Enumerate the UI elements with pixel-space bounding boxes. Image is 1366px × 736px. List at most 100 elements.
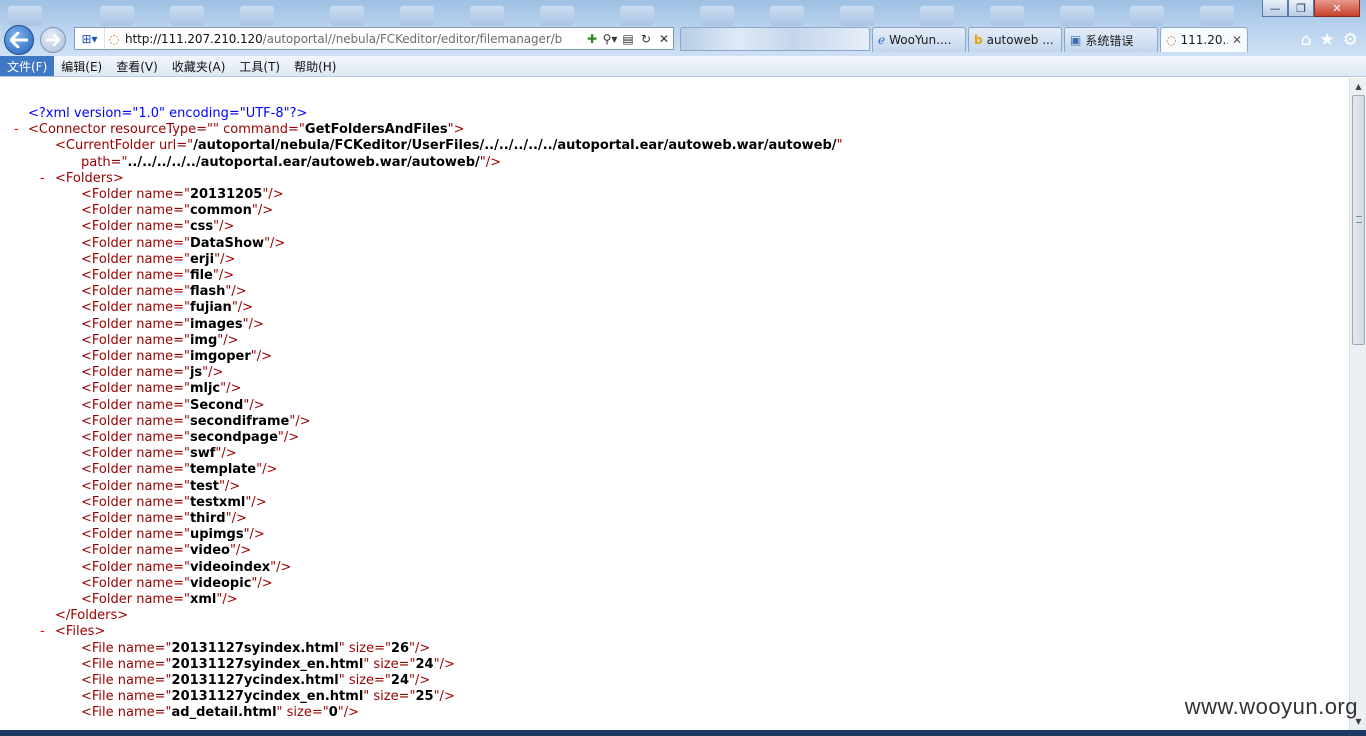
folder-entry: <Folder name="upimgs"/>	[81, 527, 265, 543]
folder-tag: <Folder	[81, 430, 137, 445]
tag-end: "/>	[231, 300, 254, 316]
restore-button[interactable]: ❐	[1288, 0, 1314, 17]
attr-name: name="	[136, 511, 190, 526]
folders-close-tag: </Folders>	[55, 608, 129, 624]
home-icon[interactable]: ⌂	[1301, 30, 1312, 50]
folders-close-line: </Folders>	[55, 608, 128, 624]
connector-command: GetFoldersAndFiles	[304, 122, 448, 138]
attr-name: name="	[136, 365, 190, 381]
blurred-desktop-icon	[100, 6, 134, 26]
tab-autoweb[interactable]: b autoweb ...	[968, 27, 1062, 52]
bing-icon: b	[974, 33, 983, 47]
refresh-icon[interactable]: ↻	[637, 32, 655, 46]
folder-name: secondpage	[189, 430, 278, 445]
vertical-scrollbar[interactable]: ▲ ▼	[1349, 78, 1366, 730]
attr-name: name="	[136, 332, 190, 348]
menu-edit[interactable]: 编辑(E)	[54, 56, 109, 76]
add-site-icon[interactable]: ⊞▾	[75, 28, 105, 49]
tag-end: "/>	[262, 187, 284, 202]
tab-wooyun[interactable]: ℯ WooYun....	[872, 27, 966, 52]
scroll-up-arrow-icon[interactable]: ▲	[1350, 78, 1366, 95]
folder-name: DataShow	[189, 235, 265, 251]
address-url[interactable]: http://111.207.210.120/autoportal//nebul…	[123, 32, 583, 46]
file-size: 25	[415, 689, 434, 705]
compatibility-view-icon[interactable]: ✚	[583, 32, 601, 46]
tab-label: 111.20...	[1180, 33, 1227, 47]
folder-name: videopic	[189, 575, 252, 591]
folders-open-tag: <Folders>	[55, 170, 124, 186]
tab-active[interactable]: ◌ 111.20... ✕	[1160, 27, 1248, 52]
attr-name: " size="	[338, 673, 391, 688]
folder-name: 20131205	[189, 187, 263, 202]
folder-entry: <Folder name="common"/>	[81, 203, 273, 219]
stop-icon[interactable]: ✕	[655, 32, 673, 46]
folder-tag: <Folder	[81, 235, 137, 251]
folder-name: fujian	[189, 300, 232, 316]
folder-name: test	[189, 478, 219, 494]
minimize-button[interactable]: —	[1262, 0, 1288, 17]
gear-icon[interactable]: ⚙	[1343, 30, 1358, 50]
blurred-desktop-icon	[620, 6, 654, 26]
folder-name: file	[189, 268, 213, 283]
folder-tag: <Folder	[81, 268, 137, 283]
folder-entry: <Folder name="test"/>	[81, 479, 240, 495]
current-folder-url: /autoportal/nebula/FCKeditor/UserFiles/.…	[193, 138, 837, 154]
folder-name: imgoper	[189, 349, 251, 364]
menu-favorites[interactable]: 收藏夹(A)	[165, 56, 233, 76]
menu-help[interactable]: 帮助(H)	[287, 56, 343, 76]
menu-view[interactable]: 查看(V)	[109, 56, 165, 76]
menu-file[interactable]: 文件(F)	[0, 56, 55, 76]
folder-tag: <Folder	[81, 575, 137, 591]
forward-button[interactable]	[40, 27, 66, 53]
folder-name: Second	[189, 397, 244, 413]
back-button[interactable]	[4, 25, 34, 55]
current-folder-path: ../../../../../autoportal.ear/autoweb.wa…	[127, 154, 480, 170]
close-window-button[interactable]: ✕	[1314, 0, 1360, 17]
tag-end: "/>	[256, 462, 278, 478]
ie-icon: ℯ	[878, 33, 886, 47]
blurred-desktop-icon	[330, 6, 364, 26]
files-open-tag: <Files>	[55, 624, 106, 640]
folder-entry: <Folder name="erji"/>	[81, 252, 235, 268]
tab-blurred[interactable]	[680, 27, 870, 51]
tag-end: "/>	[245, 494, 267, 510]
folder-tag: <Folder	[81, 349, 137, 364]
folder-name: swf	[189, 446, 216, 462]
collapse-toggle-icon[interactable]: -	[40, 624, 45, 639]
tag-end: "/>	[229, 543, 252, 559]
taskbar	[0, 730, 1366, 736]
attr-name: name="	[117, 673, 172, 688]
file-tag: <File	[81, 640, 118, 656]
attr-name: name="	[136, 494, 190, 510]
folder-name: videoindex	[189, 559, 271, 575]
file-tag: <File	[81, 656, 118, 672]
file-entry: <File name="ad_detail.html" size="0"/>	[81, 705, 359, 721]
folder-name: secondiframe	[189, 413, 290, 429]
tag-end: "/>	[212, 268, 235, 283]
tab-system-error[interactable]: ▣ 系统错误	[1064, 27, 1158, 52]
attr-name: name="	[136, 413, 190, 429]
collapse-toggle-icon[interactable]: -	[40, 171, 45, 186]
attr-name: name="	[117, 640, 172, 656]
folder-name: upimgs	[189, 527, 244, 543]
folder-entry: <Folder name="css"/>	[81, 219, 234, 235]
compat-page-icon[interactable]: ▤	[619, 32, 637, 46]
attr-name: resourceType="	[110, 122, 214, 138]
connector-tag: <Connector	[28, 122, 111, 138]
search-icon[interactable]: ⚲▾	[601, 32, 619, 46]
tag-end: "/>	[264, 235, 286, 251]
scrollbar-thumb[interactable]	[1352, 95, 1365, 345]
collapse-toggle-icon[interactable]: -	[14, 122, 19, 137]
attr-name: name="	[136, 187, 190, 202]
address-bar[interactable]: ⊞▾ ◌ http://111.207.210.120/autoportal//…	[74, 27, 674, 50]
file-entry: <File name="20131127syindex_en.html" siz…	[81, 657, 455, 673]
tag-end: "/>	[289, 413, 311, 429]
tag-end: "/>	[225, 511, 247, 526]
blurred-desktop-icon	[920, 6, 954, 26]
attr-name: name="	[136, 462, 190, 478]
blurred-desktop-icon	[1130, 6, 1164, 26]
tab-close-icon[interactable]: ✕	[1232, 33, 1242, 47]
menu-tools[interactable]: 工具(T)	[232, 56, 287, 76]
favorites-star-icon[interactable]: ★	[1320, 30, 1335, 50]
xml-declaration-line: <?xml version="1.0" encoding="UTF-8"?>	[28, 106, 307, 122]
